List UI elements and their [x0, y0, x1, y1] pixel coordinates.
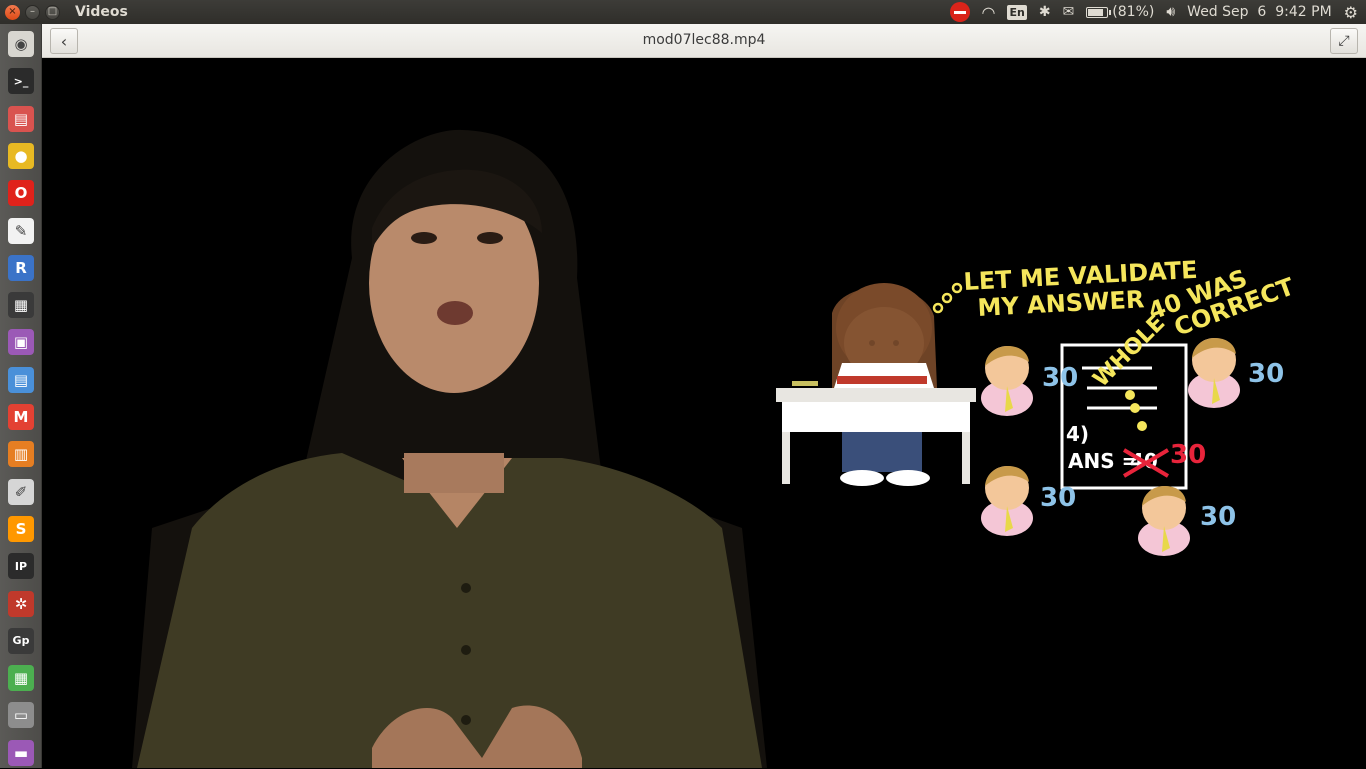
- close-window-button[interactable]: ×: [5, 5, 20, 20]
- presenter: [132, 130, 767, 768]
- battery-fill: [1088, 9, 1103, 16]
- mail-icon[interactable]: ✉: [1063, 4, 1075, 20]
- chrome-icon: ●: [8, 143, 34, 169]
- launcher-writer[interactable]: ▤: [4, 364, 38, 396]
- calc-icon: ▦: [8, 665, 34, 691]
- minimize-window-button[interactable]: –: [25, 5, 40, 20]
- student-figure: 30: [1188, 338, 1284, 408]
- clock[interactable]: Wed Sep 6 9:42 PM: [1187, 4, 1331, 20]
- launcher-files[interactable]: ▤: [4, 103, 38, 135]
- ipython-icon: IP: [8, 553, 34, 579]
- bluetooth-icon[interactable]: ✱: [1039, 4, 1051, 20]
- r-icon: R: [8, 255, 34, 281]
- students-group: 30 30 30 30: [981, 338, 1284, 556]
- writer-icon: ▤: [8, 367, 34, 393]
- launcher: ◉ >_ ▤ ● O ✎ R ▦ ▣ ▤ M ▥ ✐ S IP ✲ Gp ▦ ▭ ▬: [0, 24, 42, 768]
- gear-icon[interactable]: ⚙: [1344, 3, 1358, 22]
- launcher-video-editor[interactable]: ▦: [4, 289, 38, 321]
- launcher-r[interactable]: R: [4, 252, 38, 284]
- launcher-impress[interactable]: ▥: [4, 438, 38, 470]
- launcher-calc[interactable]: ▦: [4, 662, 38, 694]
- launcher-chrome[interactable]: ●: [4, 140, 38, 172]
- no-entry-icon[interactable]: [950, 2, 970, 22]
- launcher-ipython[interactable]: IP: [4, 550, 38, 582]
- student-figure: 30: [981, 346, 1078, 416]
- fullscreen-button[interactable]: ⤢: [1330, 28, 1358, 54]
- keyboard-layout-indicator[interactable]: En: [1007, 5, 1026, 20]
- launcher-app-extra[interactable]: ▬: [4, 737, 38, 769]
- battery-percent: (81%): [1112, 4, 1154, 20]
- media-player-icon: ▣: [8, 329, 34, 355]
- student-figure: 30: [1138, 486, 1236, 556]
- launcher-opera[interactable]: O: [4, 177, 38, 209]
- wifi-icon[interactable]: ◠: [982, 3, 996, 22]
- drive-icon: ▭: [8, 702, 34, 728]
- opera-icon: O: [8, 180, 34, 206]
- video-content: LET ME VALIDATE MY ANSWER 4) ANS = 40 30…: [42, 58, 1366, 768]
- document-viewer-icon: ✎: [8, 218, 34, 244]
- app-extra-icon: ▬: [8, 740, 34, 766]
- top-panel: × – □ Videos ◠ En ✱ ✉ (81%) 🔊︎ Wed Sep 6…: [0, 0, 1366, 24]
- window-controls: × – □: [0, 5, 70, 20]
- launcher-gmail[interactable]: M: [4, 401, 38, 433]
- student-score: 30: [1248, 359, 1284, 389]
- terminal-icon: >_: [8, 68, 34, 94]
- player-header-bar: ‹ mod07lec88.mp4 ⤢: [42, 24, 1366, 58]
- launcher-gp[interactable]: Gp: [4, 625, 38, 657]
- launcher-sublime[interactable]: S: [4, 513, 38, 545]
- sheet-new-value: 30: [1170, 440, 1206, 470]
- student-score: 30: [1040, 483, 1076, 513]
- indicator-area: ◠ En ✱ ✉ (81%) 🔊︎ Wed Sep 6 9:42 PM ⚙: [950, 0, 1366, 24]
- dash-home-icon: ◉: [8, 31, 34, 57]
- launcher-dash-home[interactable]: ◉: [4, 28, 38, 60]
- student-at-desk-illustration: [776, 283, 976, 486]
- maximize-window-button[interactable]: □: [45, 5, 60, 20]
- sheet-question-number: 4): [1066, 422, 1089, 446]
- impress-icon: ▥: [8, 441, 34, 467]
- video-frame[interactable]: LET ME VALIDATE MY ANSWER 4) ANS = 40 30…: [42, 58, 1366, 768]
- gp-icon: Gp: [8, 628, 34, 654]
- files-icon: ▤: [8, 106, 34, 132]
- gmail-icon: M: [8, 404, 34, 430]
- fullscreen-icon: ⤢: [1338, 33, 1349, 49]
- video-editor-icon: ▦: [8, 292, 34, 318]
- settings-wheel-icon: ✲: [8, 591, 34, 617]
- battery-indicator[interactable]: (81%): [1086, 4, 1154, 20]
- launcher-document-viewer[interactable]: ✎: [4, 215, 38, 247]
- sublime-icon: S: [8, 516, 34, 542]
- launcher-settings-wheel[interactable]: ✲: [4, 588, 38, 620]
- text-editor-icon: ✐: [8, 479, 34, 505]
- launcher-text-editor[interactable]: ✐: [4, 476, 38, 508]
- video-title: mod07lec88.mp4: [42, 32, 1366, 48]
- student-score: 30: [1042, 363, 1078, 393]
- volume-icon[interactable]: 🔊︎: [1166, 4, 1175, 20]
- answer-sheet-illustration: 4) ANS = 40 30: [1062, 345, 1206, 488]
- launcher-terminal[interactable]: >_: [4, 65, 38, 97]
- launcher-media-player[interactable]: ▣: [4, 326, 38, 358]
- battery-icon: [1086, 7, 1108, 18]
- app-title: Videos: [75, 4, 128, 20]
- student-score: 30: [1200, 502, 1236, 532]
- launcher-drive[interactable]: ▭: [4, 699, 38, 731]
